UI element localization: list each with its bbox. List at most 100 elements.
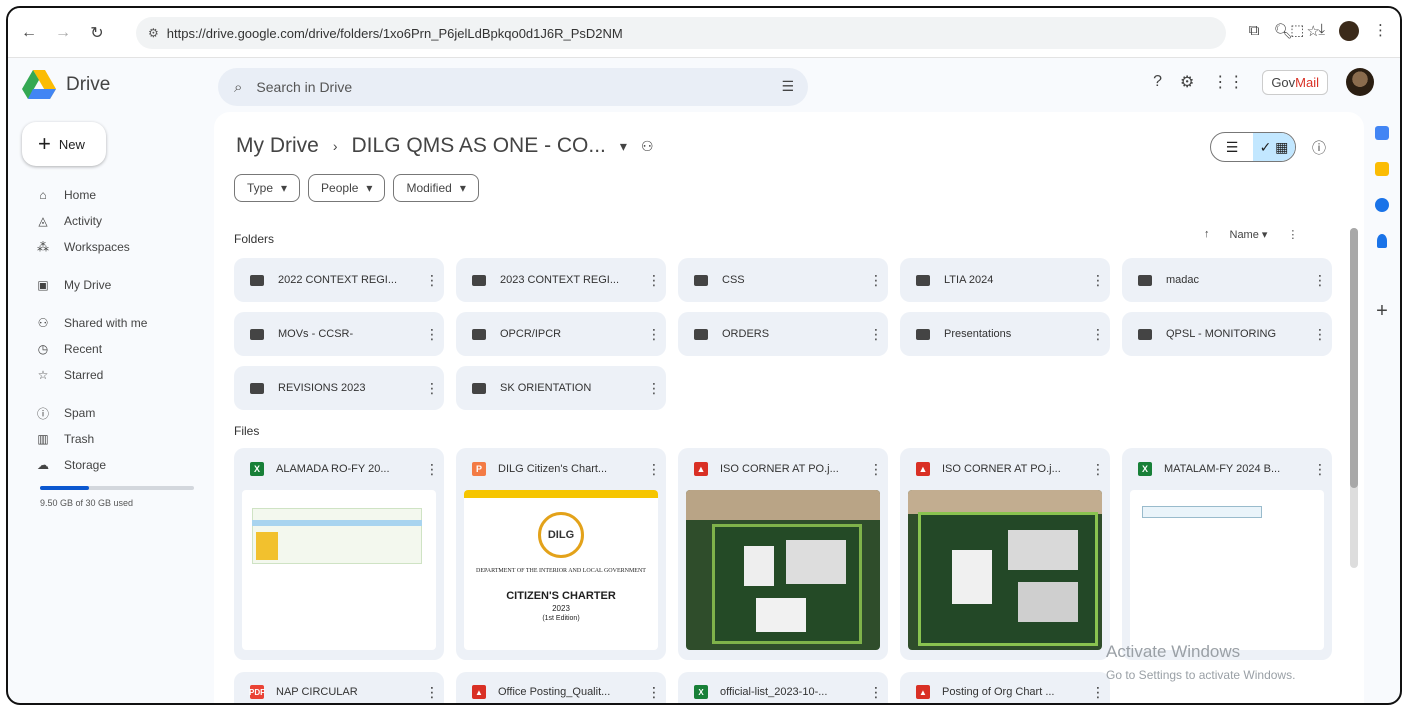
filter-people[interactable]: People ▾ bbox=[308, 174, 386, 202]
more-options-icon[interactable]: ⋮ bbox=[1308, 461, 1332, 478]
breadcrumb-current[interactable]: DILG QMS AS ONE - CO... bbox=[352, 134, 606, 158]
contacts-icon[interactable] bbox=[1377, 234, 1387, 248]
sidebar-item-spam[interactable]: ⓘ Spam bbox=[22, 400, 212, 426]
site-info-icon[interactable]: ⚙ bbox=[148, 26, 159, 40]
filter-type[interactable]: Type ▾ bbox=[234, 174, 301, 202]
more-options-icon[interactable]: ⋮ bbox=[864, 272, 888, 289]
more-options-icon[interactable]: ⋮ bbox=[420, 326, 444, 343]
sidebar-item-activity[interactable]: ◬ Activity bbox=[22, 208, 212, 234]
file-card[interactable]: ▲ Office Posting_Qualit... ⋮ bbox=[456, 672, 666, 703]
sidebar-item-my-drive[interactable]: ▣ My Drive bbox=[22, 272, 212, 298]
drive-logo[interactable]: Drive bbox=[22, 70, 110, 100]
folder-item[interactable]: QPSL - MONITORING ⋮ bbox=[1122, 312, 1332, 356]
address-bar[interactable]: ⚙ https://drive.google.com/drive/folders… bbox=[136, 17, 1226, 49]
more-options-icon[interactable]: ⋮ bbox=[420, 684, 444, 701]
settings-icon[interactable]: ⚙ bbox=[1180, 72, 1194, 92]
folder-item[interactable]: ORDERS ⋮ bbox=[678, 312, 888, 356]
breadcrumb-root[interactable]: My Drive bbox=[236, 134, 319, 158]
file-card[interactable]: PDF NAP CIRCULAR ⋮ bbox=[234, 672, 444, 703]
sidebar-item-recent[interactable]: ◷ Recent bbox=[22, 336, 212, 362]
search-icon[interactable]: ⌕ bbox=[234, 79, 242, 96]
file-name: ISO CORNER AT PO.j... bbox=[720, 463, 839, 475]
grid-view-icon[interactable]: ✓ ▦ bbox=[1253, 133, 1295, 161]
more-options-icon[interactable]: ⋮ bbox=[864, 326, 888, 343]
folder-item[interactable]: 2022 CONTEXT REGI... ⋮ bbox=[234, 258, 444, 302]
file-card[interactable]: X MATALAM-FY 2024 B... ⋮ bbox=[1122, 448, 1332, 660]
more-options-icon[interactable]: ⋮ bbox=[642, 326, 666, 343]
clock-icon: ◷ bbox=[37, 342, 49, 356]
more-options-icon[interactable]: ⋮ bbox=[1287, 228, 1298, 241]
drive-logo-icon bbox=[22, 70, 56, 99]
reload-icon[interactable]: ↻ bbox=[84, 20, 110, 46]
sidebar-item-shared[interactable]: ⚇ Shared with me bbox=[22, 310, 212, 336]
file-card[interactable]: P DILG Citizen's Chart... ⋮ DILG DEPARTMEN… bbox=[456, 448, 666, 660]
more-options-icon[interactable]: ⋮ bbox=[642, 272, 666, 289]
back-icon[interactable]: ← bbox=[16, 20, 42, 46]
slide-top-stripe bbox=[464, 490, 658, 498]
browser-menu-icon[interactable]: ⋮ bbox=[1373, 21, 1388, 41]
more-options-icon[interactable]: ⋮ bbox=[864, 684, 888, 701]
folder-item[interactable]: 2023 CONTEXT REGI... ⋮ bbox=[456, 258, 666, 302]
url-text: https://drive.google.com/drive/folders/1… bbox=[166, 25, 623, 41]
dropdown-arrow-icon[interactable]: ▾ bbox=[620, 138, 627, 155]
file-card[interactable]: ▲ ISO CORNER AT PO.j... ⋮ bbox=[678, 448, 888, 660]
new-button[interactable]: + New bbox=[22, 122, 106, 166]
file-card[interactable]: X ALAMADA RO-FY 20... ⋮ bbox=[234, 448, 444, 660]
sidebar-item-home[interactable]: ⌂ Home bbox=[22, 182, 212, 208]
sidebar-item-storage[interactable]: ☁ Storage bbox=[22, 452, 212, 478]
more-options-icon[interactable]: ⋮ bbox=[1086, 326, 1110, 343]
scrollbar[interactable] bbox=[1350, 228, 1358, 568]
more-options-icon[interactable]: ⋮ bbox=[1308, 326, 1332, 343]
more-options-icon[interactable]: ⋮ bbox=[642, 684, 666, 701]
sort-controls: ↑ Name ▾ ⋮ bbox=[1204, 228, 1298, 241]
more-options-icon[interactable]: ⋮ bbox=[1086, 272, 1110, 289]
folder-item[interactable]: CSS ⋮ bbox=[678, 258, 888, 302]
filter-modified[interactable]: Modified ▾ bbox=[393, 174, 479, 202]
sort-direction-icon[interactable]: ↑ bbox=[1204, 228, 1210, 241]
file-card[interactable]: ▲ Posting of Org Chart ... ⋮ bbox=[900, 672, 1110, 703]
file-card[interactable]: ▲ ISO CORNER AT PO.j... ⋮ bbox=[900, 448, 1110, 660]
folder-item[interactable]: REVISIONS 2023 ⋮ bbox=[234, 366, 444, 410]
forward-icon[interactable]: → bbox=[50, 20, 76, 46]
folder-item[interactable]: MOVs - CCSR- ⋮ bbox=[234, 312, 444, 356]
info-icon[interactable]: ⓘ bbox=[1312, 138, 1326, 158]
more-options-icon[interactable]: ⋮ bbox=[420, 272, 444, 289]
more-options-icon[interactable]: ⋮ bbox=[420, 461, 444, 478]
search-bar[interactable]: ⌕ Search in Drive ☰ bbox=[218, 68, 808, 106]
more-options-icon[interactable]: ⋮ bbox=[642, 461, 666, 478]
folder-item[interactable]: OPCR/IPCR ⋮ bbox=[456, 312, 666, 356]
apps-grid-icon[interactable]: ⋮⋮ bbox=[1212, 72, 1244, 92]
more-options-icon[interactable]: ⋮ bbox=[642, 380, 666, 397]
install-app-icon[interactable]: ⧉ bbox=[1249, 22, 1260, 40]
more-options-icon[interactable]: ⋮ bbox=[420, 380, 444, 397]
folder-item[interactable]: Presentations ⋮ bbox=[900, 312, 1110, 356]
list-view-icon[interactable]: ☰ bbox=[1211, 133, 1253, 161]
more-options-icon[interactable]: ⋮ bbox=[1086, 461, 1110, 478]
keep-icon[interactable] bbox=[1375, 162, 1389, 176]
tasks-icon[interactable] bbox=[1375, 198, 1389, 212]
sort-by-name[interactable]: Name ▾ bbox=[1230, 228, 1268, 241]
more-options-icon[interactable]: ⋮ bbox=[1308, 272, 1332, 289]
help-icon[interactable]: ? bbox=[1153, 73, 1162, 91]
extensions-icon[interactable]: ⬚ bbox=[1290, 21, 1304, 41]
calendar-icon[interactable] bbox=[1375, 126, 1389, 140]
search-input[interactable]: Search in Drive bbox=[256, 79, 352, 95]
sidebar-item-workspaces[interactable]: ⁂ Workspaces bbox=[22, 234, 212, 260]
folder-icon bbox=[472, 382, 486, 394]
add-ons-plus-icon[interactable]: + bbox=[1376, 300, 1388, 323]
search-options-icon[interactable]: ☰ bbox=[781, 78, 794, 95]
folder-item[interactable]: madac ⋮ bbox=[1122, 258, 1332, 302]
download-icon[interactable]: ⤓ bbox=[1318, 21, 1325, 41]
folder-item[interactable]: LTIA 2024 ⋮ bbox=[900, 258, 1110, 302]
file-card[interactable]: Xofficial-list_2023-10-... ⋮ bbox=[678, 672, 888, 703]
govmail-logo[interactable]: GovMail bbox=[1262, 69, 1328, 95]
scrollbar-thumb[interactable] bbox=[1350, 228, 1358, 488]
profile-avatar[interactable] bbox=[1339, 21, 1359, 41]
account-avatar[interactable] bbox=[1346, 68, 1374, 96]
more-options-icon[interactable]: ⋮ bbox=[1086, 684, 1110, 701]
sidebar-item-starred[interactable]: ☆ Starred bbox=[22, 362, 212, 388]
sidebar-item-trash[interactable]: ▥ Trash bbox=[22, 426, 212, 452]
more-options-icon[interactable]: ⋮ bbox=[864, 461, 888, 478]
folder-item[interactable]: SK ORIENTATION ⋮ bbox=[456, 366, 666, 410]
folder-icon bbox=[250, 382, 264, 394]
